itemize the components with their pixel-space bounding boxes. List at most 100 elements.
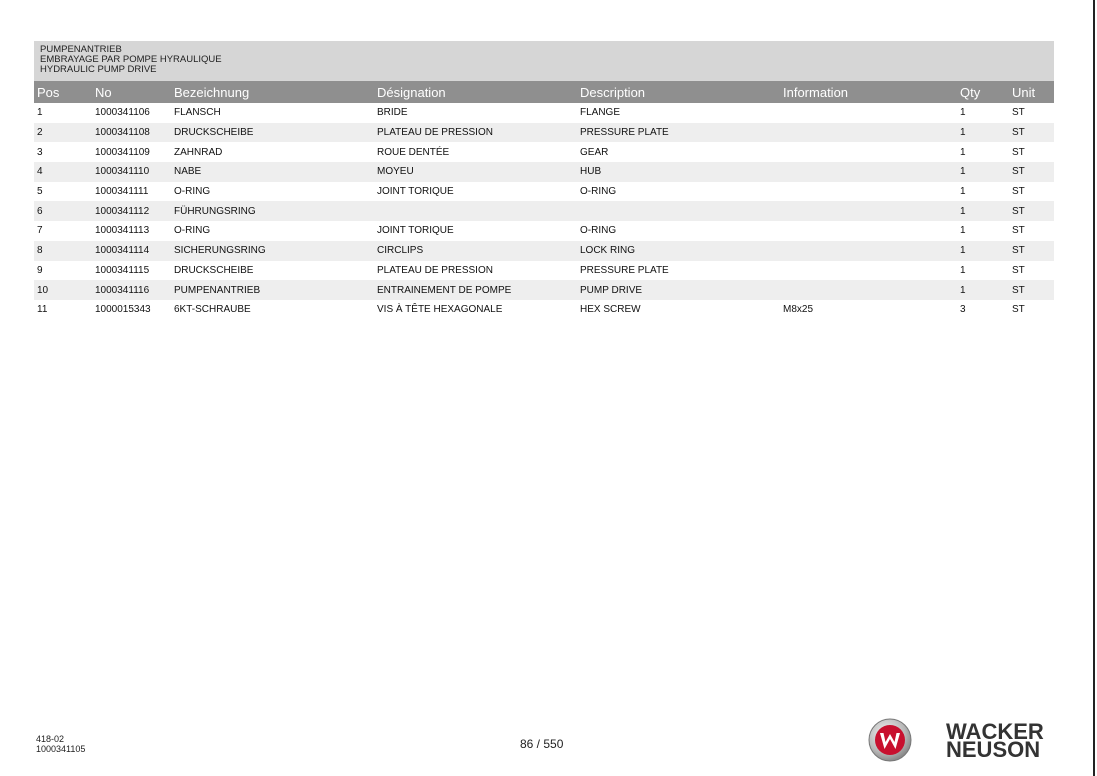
header-pos: Pos	[34, 81, 92, 103]
cell-information	[780, 103, 957, 123]
cell-pos: 8	[34, 240, 92, 261]
cell-description: PRESSURE PLATE	[577, 122, 780, 143]
cell-qty: 1	[960, 146, 966, 158]
cell-unit: ST	[1012, 107, 1025, 119]
cell-information	[780, 280, 957, 300]
cell-unit: ST	[1009, 162, 1054, 182]
cell-part-number: 1000341111	[95, 186, 149, 198]
table-row: 9 1000341115 DRUCKSCHEIBE PLATEAU DE PRE…	[34, 261, 1054, 281]
table-row: 11 1000015343 6KT-SCHRAUBE VIS À TÊTE HE…	[34, 300, 1054, 320]
cell-bezeichnung: SICHERUNGSRING	[171, 240, 374, 261]
table-row: 8 1000341114 SICHERUNGSRING CIRCLIPS LOC…	[34, 240, 1054, 261]
cell-unit: ST	[1012, 146, 1025, 158]
page-edge-rule	[1093, 0, 1095, 776]
cell-part-number: 1000341112	[92, 201, 171, 222]
table-row: 5 1000341111 O-RING JOINT TORIQUE O-RING…	[34, 182, 1054, 202]
cell-bezeichnung: PUMPENANTRIEB	[171, 280, 374, 300]
cell-part-number: 1000341108	[92, 122, 171, 143]
cell-unit: ST	[1012, 225, 1025, 237]
cell-designation: VIS À TÊTE HEXAGONALE	[377, 304, 503, 316]
cell-qty: 1	[960, 225, 966, 237]
cell-description: O-RING	[580, 225, 617, 237]
parts-table: Pos No Bezeichnung Désignation Descripti…	[34, 81, 1054, 320]
cell-qty: 3	[960, 304, 966, 316]
cell-qty: 1	[960, 107, 966, 119]
document-code: 418-02 1000341105	[36, 734, 85, 754]
cell-bezeichnung: DRUCKSCHEIBE	[174, 264, 254, 276]
cell-description: PUMP DRIVE	[577, 280, 780, 300]
cell-information	[780, 240, 957, 261]
cell-part-number: 1000341113	[95, 225, 150, 237]
cell-information: M8x25	[783, 304, 814, 316]
cell-designation: JOINT TORIQUE	[377, 225, 454, 237]
cell-pos: 3	[37, 146, 43, 158]
cell-designation: ROUE DENTÉE	[377, 146, 450, 158]
cell-pos: 2	[34, 122, 92, 143]
cell-description	[577, 201, 780, 222]
table-row: 7 1000341113 O-RING JOINT TORIQUE O-RING…	[34, 221, 1054, 241]
cell-information	[780, 122, 957, 143]
cell-pos: 1	[37, 107, 43, 119]
cell-part-number: 1000341115	[95, 264, 150, 276]
cell-pos: 11	[37, 304, 48, 316]
cell-part-number: 1000341114	[92, 240, 171, 261]
cell-description: LOCK RING	[577, 240, 780, 261]
cell-designation: PLATEAU DE PRESSION	[374, 122, 577, 143]
cell-unit: ST	[1012, 304, 1025, 316]
cell-information	[780, 221, 957, 241]
cell-qty: 1	[957, 201, 1009, 222]
title-line-en: HYDRAULIC PUMP DRIVE	[40, 64, 157, 75]
cell-information	[780, 261, 957, 281]
table-row: 2 1000341108 DRUCKSCHEIBE PLATEAU DE PRE…	[34, 122, 1054, 143]
cell-designation: BRIDE	[377, 107, 408, 119]
cell-designation: JOINT TORIQUE	[377, 186, 454, 198]
cell-description: GEAR	[580, 146, 609, 158]
table-row: 6 1000341112 FÜHRUNGSRING 1 ST	[34, 201, 1054, 222]
document-code-line1: 418-02	[36, 734, 65, 744]
header-description: Description	[577, 81, 780, 103]
header-qty: Qty	[957, 81, 1009, 103]
table-row: 10 1000341116 PUMPENANTRIEB ENTRAINEMENT…	[34, 280, 1054, 300]
cell-unit: ST	[1009, 240, 1054, 261]
cell-pos: 7	[37, 225, 43, 237]
assembly-title-box: PUMPENANTRIEB EMBRAYAGE PAR POMPE HYRAUL…	[34, 41, 1054, 81]
table-row: 4 1000341110 NABE MOYEU HUB 1 ST	[34, 162, 1054, 182]
cell-bezeichnung: ZAHNRAD	[174, 146, 223, 158]
table-row: 1 1000341106 FLANSCH BRIDE FLANGE 1 ST	[34, 103, 1054, 123]
cell-information	[780, 201, 957, 222]
cell-designation: PLATEAU DE PRESSION	[377, 264, 493, 276]
cell-description: O-RING	[580, 186, 617, 198]
cell-pos: 5	[37, 186, 43, 198]
cell-unit: ST	[1009, 201, 1054, 222]
cell-bezeichnung: NABE	[171, 162, 374, 182]
cell-bezeichnung: FLANSCH	[174, 107, 221, 119]
header-designation: Désignation	[374, 81, 577, 103]
cell-qty: 1	[960, 186, 966, 198]
cell-qty: 1	[957, 240, 1009, 261]
cell-unit: ST	[1012, 264, 1025, 276]
title-line-fr: EMBRAYAGE PAR POMPE HYRAULIQUE	[40, 54, 222, 65]
brand-logo: WACKER NEUSON	[946, 721, 1048, 762]
header-no: No	[92, 81, 171, 103]
cell-description: HUB	[577, 162, 780, 182]
cell-information	[780, 162, 957, 182]
wacker-w-logo-icon	[868, 718, 912, 762]
cell-pos: 9	[37, 264, 43, 276]
header-bezeichnung: Bezeichnung	[171, 81, 374, 103]
cell-part-number: 1000015343	[95, 304, 151, 316]
cell-description: HEX SCREW	[580, 304, 641, 316]
cell-part-number: 1000341110	[92, 162, 171, 182]
cell-pos: 10	[34, 280, 92, 300]
cell-designation: CIRCLIPS	[374, 240, 577, 261]
document-code-line2: 1000341105	[36, 744, 86, 754]
header-unit: Unit	[1009, 81, 1054, 103]
cell-information	[780, 182, 957, 202]
cell-qty: 1	[957, 280, 1009, 300]
cell-qty: 1	[957, 162, 1009, 182]
cell-designation	[374, 201, 577, 222]
cell-bezeichnung: O-RING	[174, 225, 211, 237]
table-row: 3 1000341109 ZAHNRAD ROUE DENTÉE GEAR 1 …	[34, 142, 1054, 162]
page-number: 86 / 550	[520, 737, 564, 751]
brand-line-neuson: NEUSON	[946, 737, 1041, 762]
cell-description: PRESSURE PLATE	[580, 264, 669, 276]
